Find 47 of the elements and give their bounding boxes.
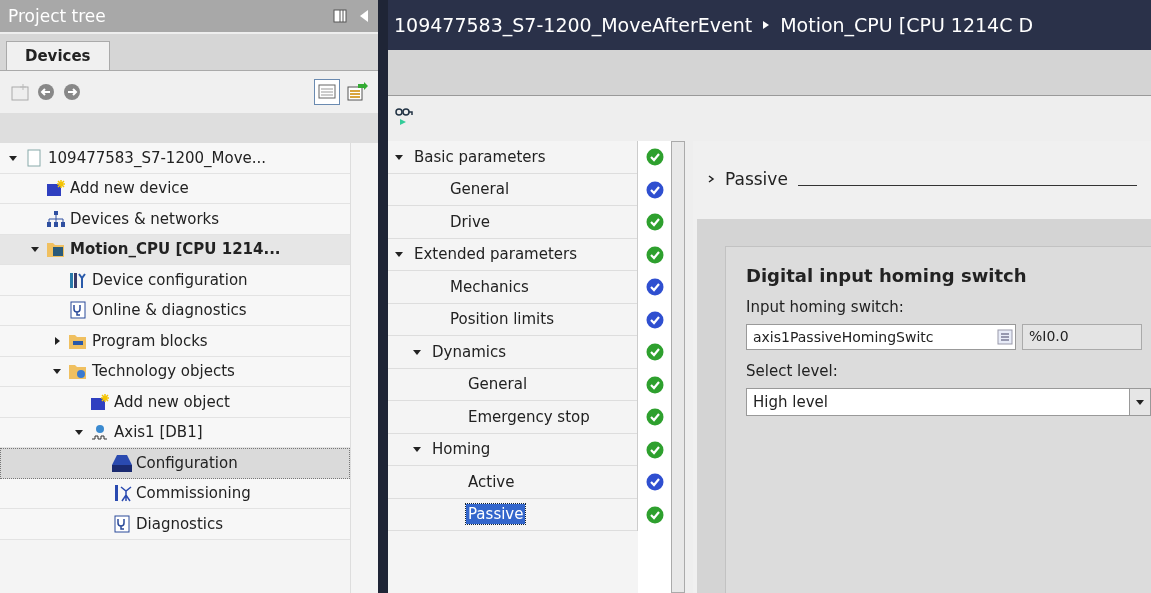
collapsed-icon[interactable] [52, 335, 62, 346]
nav-item[interactable]: Active [466, 471, 517, 492]
back-icon[interactable] [36, 82, 56, 102]
nav-item[interactable]: Extended parameters [412, 244, 579, 265]
panel-title: Project tree [8, 6, 107, 26]
nav-item[interactable]: Basic parameters [412, 146, 548, 167]
nav-item[interactable]: Homing [430, 439, 493, 460]
group-title: Digital input homing switch [746, 265, 1028, 286]
field-label: Input homing switch: [746, 298, 905, 316]
nav-item[interactable]: General [448, 179, 512, 200]
diagnostics-icon [112, 514, 132, 533]
chevron-icon [707, 174, 715, 184]
document-icon [24, 148, 44, 167]
nav-item[interactable]: Drive [448, 211, 492, 232]
network-icon [46, 209, 66, 228]
gear-folder-icon [68, 362, 88, 381]
add-star-icon [90, 392, 110, 411]
export-table-icon[interactable] [346, 81, 368, 103]
nav-item[interactable]: Passive [466, 504, 526, 525]
forward-icon[interactable] [62, 82, 82, 102]
add-star-icon [46, 179, 66, 198]
nav-item[interactable]: Position limits [448, 309, 556, 330]
scrollbar[interactable] [671, 141, 685, 593]
config-icon [112, 453, 132, 472]
breadcrumb-separator-icon [762, 20, 771, 30]
diagnostics-icon [68, 301, 88, 320]
tools-icon [112, 484, 132, 503]
section-title: Passive [725, 169, 788, 189]
device-config-icon [68, 270, 88, 289]
tree-item[interactable]: Configuration [0, 448, 350, 479]
nav-item[interactable]: Emergency stop [466, 406, 592, 427]
field-label: Select level: [746, 362, 839, 380]
table-view-icon[interactable] [314, 79, 340, 105]
cpu-folder-icon [46, 240, 66, 259]
dropdown-caret-icon [1135, 398, 1145, 406]
tag-input-field[interactable]: axis1PassiveHomingSwitc [746, 324, 1016, 350]
breadcrumb-item[interactable]: 109477583_S7-1200_MoveAfterEvent [394, 14, 753, 36]
address-field: %I0.0 [1022, 324, 1142, 350]
nav-item[interactable]: Dynamics [430, 341, 508, 362]
axis-icon [90, 423, 110, 442]
nav-item[interactable]: Mechanics [448, 276, 531, 297]
layout-icon[interactable] [332, 8, 348, 24]
devices-tab[interactable]: Devices [6, 41, 110, 70]
tree-item[interactable]: Motion_CPU [CPU 1214... [0, 234, 350, 265]
nav-item[interactable]: General [466, 374, 530, 395]
breadcrumb-item[interactable]: Motion_CPU [CPU 1214C D [780, 14, 1034, 36]
level-dropdown[interactable]: High level [746, 388, 1151, 416]
